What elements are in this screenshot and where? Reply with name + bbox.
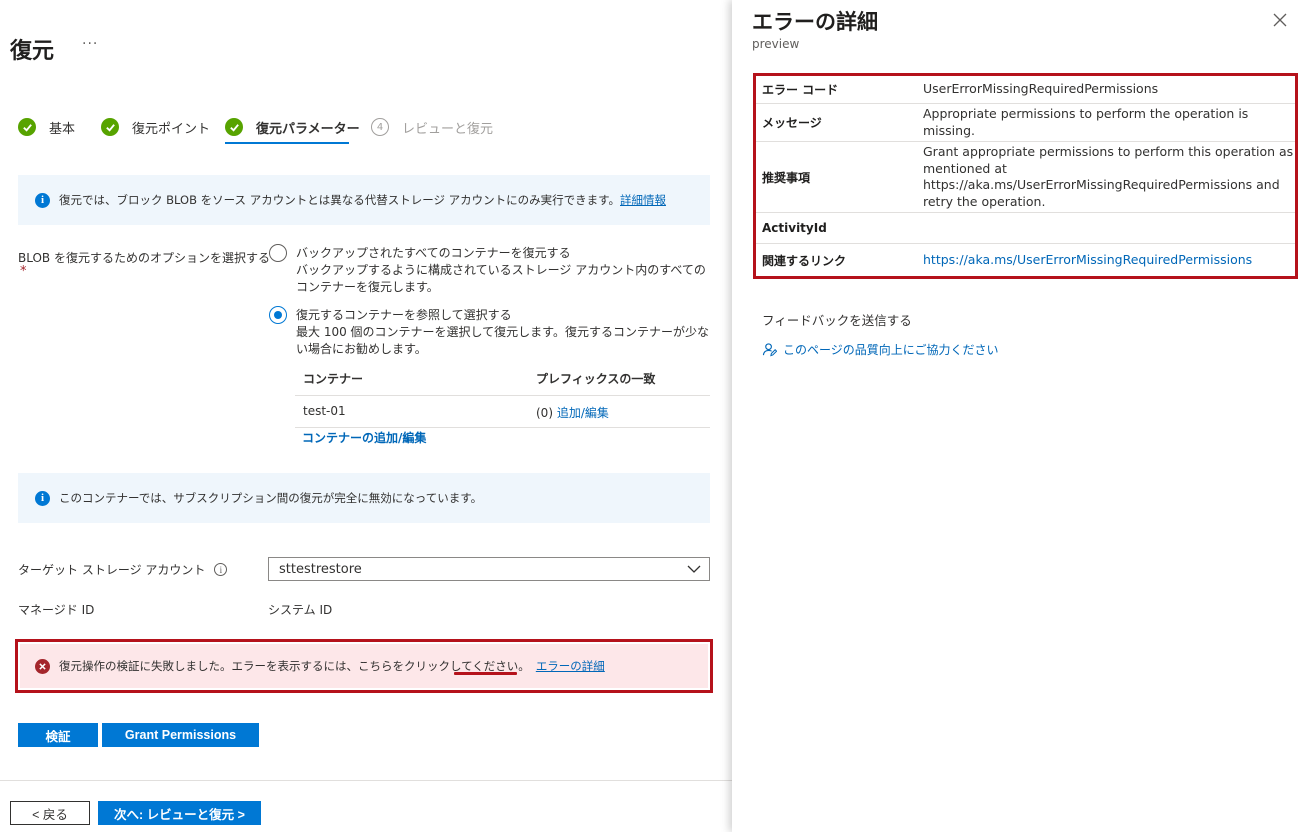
error-details-panel: エラーの詳細 preview エラー コード UserErrorMissingR…	[732, 0, 1301, 832]
row-key: メッセージ	[762, 116, 822, 130]
step-label: レビューと復元	[402, 121, 494, 137]
feedback-link[interactable]: このページの品質向上にご協力ください	[762, 341, 999, 358]
info-icon: i	[35, 490, 50, 506]
step-review-restore[interactable]: 4 レビューと復元	[371, 114, 493, 140]
target-storage-label-text: ターゲット ストレージ アカウント	[18, 563, 206, 577]
radio-description: 最大 100 個のコンテナーを選択して復元します。復元するコンテナーが少ない場合…	[296, 325, 709, 356]
related-link[interactable]: https://aka.ms/UserErrorMissingRequiredP…	[923, 251, 1295, 270]
row-key: 推奨事項	[762, 170, 811, 185]
managed-identity-label: マネージド ID	[18, 603, 95, 617]
column-header-container: コンテナー	[303, 372, 364, 386]
panel-title: エラーの詳細	[752, 10, 878, 34]
row-value: UserErrorMissingRequiredPermissions	[923, 81, 1159, 97]
radio-button-selected[interactable]	[269, 306, 287, 324]
error-details-link[interactable]: エラーの詳細	[536, 658, 605, 674]
error-link-highlight	[454, 672, 517, 675]
info-icon: i	[35, 192, 50, 208]
managed-identity-value: システム ID	[268, 603, 333, 617]
activity-id-row: ActivityId	[756, 212, 1295, 243]
active-step-indicator	[225, 142, 349, 144]
checkmark-icon	[18, 118, 36, 136]
feedback-link-text: このページの品質向上にご協力ください	[783, 343, 999, 357]
footer-divider	[0, 780, 732, 781]
error-details-table: エラー コード UserErrorMissingRequiredPermissi…	[753, 73, 1298, 279]
related-link-row: 関連するリンク https://aka.ms/UserErrorMissingR…	[756, 243, 1295, 276]
row-key: ActivityId	[762, 221, 827, 235]
step-restore-point[interactable]: 復元ポイント	[101, 114, 210, 140]
row-value	[923, 227, 1295, 229]
chevron-down-icon	[687, 565, 701, 573]
step-number: 4	[371, 118, 389, 136]
info-tooltip-icon[interactable]: i	[214, 563, 228, 576]
radio-title: バックアップされたすべてのコンテナーを復元する	[296, 246, 571, 260]
more-options-button[interactable]: ···	[82, 36, 98, 52]
divider	[295, 427, 710, 428]
dropdown-value: sttestrestore	[279, 561, 362, 577]
add-edit-containers-link[interactable]: コンテナーの追加/編集	[302, 429, 426, 446]
error-icon	[35, 658, 50, 674]
column-header-prefix: プレフィックスの一致	[536, 372, 656, 386]
info-banner-cross-subscription: i このコンテナーでは、サブスクリプション間の復元が完全に無効になっています。	[18, 473, 710, 523]
required-marker: *	[20, 264, 27, 279]
radio-description: バックアップするように構成されているストレージ アカウント内のすべてのコンテナー…	[296, 263, 706, 294]
close-icon[interactable]	[1272, 12, 1288, 28]
next-review-button[interactable]: 次へ: レビューと復元 >	[98, 801, 261, 825]
prefix-cell: (0) 追加/編集	[536, 404, 609, 421]
checkmark-icon	[225, 118, 243, 136]
learn-more-link[interactable]: 詳細情報	[620, 192, 666, 208]
container-name-cell: test-01	[303, 404, 346, 418]
validation-error-banner: 復元操作の検証に失敗しました。エラーを表示するには、こちらをクリックしてください…	[20, 644, 708, 688]
row-key: エラー コード	[762, 83, 839, 97]
info-text: 復元では、ブロック BLOB をソース アカウントとは異なる代替ストレージ アカ…	[59, 193, 620, 207]
info-text: このコンテナーでは、サブスクリプション間の復元が完全に無効になっています。	[59, 491, 483, 505]
row-key: 関連するリンク	[762, 253, 847, 268]
target-storage-label: ターゲット ストレージ アカウント i	[18, 561, 228, 578]
restore-blade: 復元 ··· 基本 復元ポイント 復元パラメーター 4 レビューと復元 i 復元…	[0, 0, 732, 832]
row-value: Appropriate permissions to perform the o…	[923, 106, 1249, 138]
back-button[interactable]: < 戻る	[10, 801, 90, 825]
prefix-add-edit-link[interactable]: 追加/編集	[557, 406, 609, 420]
step-basics[interactable]: 基本	[18, 114, 75, 140]
restore-option-label: BLOB を復元するためのオプションを選択する	[18, 251, 270, 265]
checkmark-icon	[101, 118, 119, 136]
page-title: 復元	[10, 39, 55, 64]
step-label: 基本	[49, 121, 76, 137]
grant-permissions-button[interactable]: Grant Permissions	[102, 723, 259, 747]
step-label: 復元パラメーター	[256, 121, 360, 137]
radio-restore-all[interactable]: バックアップされたすべてのコンテナーを復元する バックアップするように構成されて…	[269, 244, 711, 296]
radio-title: 復元するコンテナーを参照して選択する	[296, 308, 512, 322]
error-code-row: エラー コード UserErrorMissingRequiredPermissi…	[756, 76, 1295, 103]
target-storage-dropdown[interactable]: sttestrestore	[268, 557, 710, 581]
message-row: メッセージ Appropriate permissions to perform…	[756, 103, 1295, 141]
radio-browse-select[interactable]: 復元するコンテナーを参照して選択する 最大 100 個のコンテナーを選択して復元…	[269, 306, 711, 358]
feedback-heading: フィードバックを送信する	[762, 313, 912, 328]
step-label: 復元ポイント	[132, 121, 211, 137]
feedback-person-icon	[762, 343, 777, 357]
prefix-count: (0)	[536, 406, 553, 420]
validate-button[interactable]: 検証	[18, 723, 98, 747]
recommendation-row: 推奨事項 Grant appropriate permissions to pe…	[756, 141, 1295, 212]
divider	[295, 395, 710, 396]
radio-button[interactable]	[269, 244, 287, 262]
panel-subtitle: preview	[752, 37, 800, 51]
info-banner-alternate-account: i 復元では、ブロック BLOB をソース アカウントとは異なる代替ストレージ …	[18, 175, 710, 225]
row-value: Grant appropriate permissions to perform…	[923, 144, 1294, 209]
step-restore-parameters[interactable]: 復元パラメーター	[225, 114, 360, 140]
